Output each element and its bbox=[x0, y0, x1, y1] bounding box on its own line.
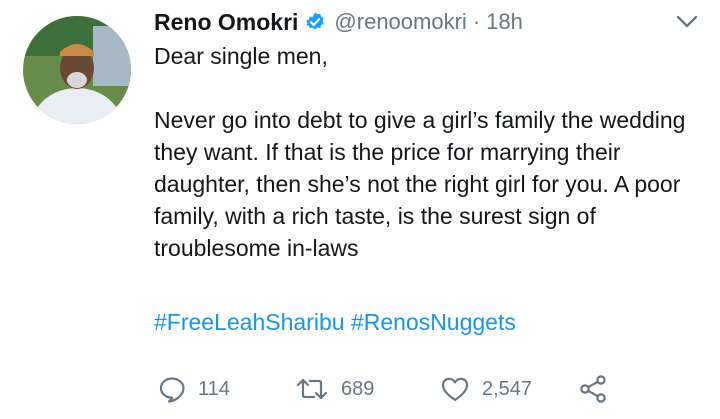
separator-dot: · bbox=[472, 9, 481, 34]
author-handle[interactable]: @renoomokri bbox=[334, 9, 466, 35]
avatar-photo bbox=[23, 16, 131, 124]
share-button[interactable] bbox=[578, 371, 608, 407]
retweet-count: 689 bbox=[341, 377, 375, 400]
tweet-actions: 114 689 2,547 bbox=[154, 371, 624, 407]
like-count: 2,547 bbox=[482, 377, 533, 400]
hashtags: #FreeLeahSharibu #RenosNuggets bbox=[154, 306, 516, 338]
retweet-icon bbox=[295, 375, 329, 403]
avatar[interactable] bbox=[23, 16, 131, 124]
hashtag-link[interactable]: #FreeLeahSharibu bbox=[154, 309, 345, 335]
reply-count: 114 bbox=[198, 377, 230, 400]
reply-icon bbox=[158, 375, 186, 403]
tweet-line-greeting: Dear single men, bbox=[154, 43, 328, 69]
tweet-line-body: Never go into debt to give a girl’s fami… bbox=[154, 107, 686, 261]
share-icon bbox=[578, 374, 608, 404]
tweet-text: Dear single men, Never go into debt to g… bbox=[154, 40, 706, 264]
hashtag-link[interactable]: #RenosNuggets bbox=[351, 309, 516, 335]
verified-badge-icon bbox=[304, 11, 326, 33]
reply-button[interactable]: 114 bbox=[158, 371, 230, 407]
tweet-timestamp[interactable]: 18h bbox=[486, 9, 523, 35]
retweet-button[interactable]: 689 bbox=[295, 371, 374, 407]
author-name[interactable]: Reno Omokri bbox=[154, 9, 298, 36]
heart-icon bbox=[440, 375, 470, 403]
tweet-header: Reno Omokri @renoomokri · 18h bbox=[154, 6, 523, 38]
chevron-down-icon[interactable] bbox=[676, 14, 698, 30]
like-button[interactable]: 2,547 bbox=[440, 371, 532, 407]
